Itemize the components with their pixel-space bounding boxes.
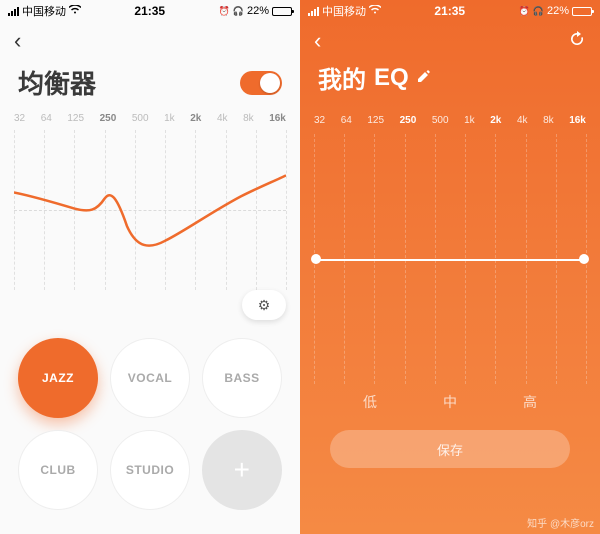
range-labels: 低中高: [300, 384, 600, 420]
preset-jazz[interactable]: JAZZ: [18, 338, 98, 418]
eq-editor[interactable]: [314, 134, 586, 384]
save-button[interactable]: 保存: [330, 430, 570, 468]
alarm-icon: ⏰: [519, 6, 530, 17]
carrier-label: 中国移动: [322, 3, 366, 19]
screen-equalizer-presets: 中国移动 21:35 ⏰ 🎧 22% ‹ 均衡器 32 64 125 250 500 1k…: [0, 0, 300, 534]
back-button[interactable]: ‹: [14, 28, 21, 54]
status-bar: 中国移动 21:35 ⏰ 🎧 22%: [300, 0, 600, 20]
signal-icon: [8, 7, 19, 16]
signal-icon: [308, 7, 319, 16]
eq-line[interactable]: [314, 259, 586, 261]
freq-label: 4k: [217, 113, 228, 124]
freq-label: 8k: [243, 113, 254, 124]
frequency-labels: 32 64 125 250 500 1k 2k 4k 8k 16k: [300, 115, 600, 126]
freq-label: 32: [314, 115, 325, 126]
clock: 21:35: [434, 4, 465, 18]
range-label[interactable]: 中: [443, 392, 457, 412]
headphone-icon: 🎧: [233, 6, 244, 17]
freq-label: 8k: [543, 115, 554, 126]
eq-chart[interactable]: [14, 130, 286, 290]
range-label[interactable]: 高: [523, 392, 537, 412]
headphone-icon: 🎧: [533, 6, 544, 17]
reset-button[interactable]: [568, 30, 586, 53]
eq-curve-jazz: [14, 130, 286, 291]
watermark: 知乎 @木彦orz: [527, 515, 594, 530]
page-title: 均衡器: [18, 64, 96, 101]
freq-label: 125: [367, 115, 384, 126]
freq-label: 2k: [190, 113, 201, 124]
preset-vocal[interactable]: VOCAL: [110, 338, 190, 418]
add-preset-button[interactable]: +: [202, 430, 282, 510]
settings-button[interactable]: ⚙: [242, 290, 286, 320]
freq-label: 64: [41, 113, 52, 124]
freq-label: 2k: [490, 115, 501, 126]
freq-label: 16k: [269, 113, 286, 124]
range-label[interactable]: 低: [363, 392, 377, 412]
preset-club[interactable]: CLUB: [18, 430, 98, 510]
battery-icon: [272, 7, 292, 16]
freq-label: 4k: [517, 115, 528, 126]
freq-label: 1k: [464, 115, 475, 126]
edit-title-button[interactable]: [417, 69, 431, 87]
clock: 21:35: [134, 4, 165, 18]
wifi-icon: [69, 5, 81, 17]
freq-label: 1k: [164, 113, 175, 124]
alarm-icon: ⏰: [219, 6, 230, 17]
screen-custom-eq: 中国移动 21:35 ⏰ 🎧 22% ‹ 我的 EQ: [300, 0, 600, 534]
freq-label: 16k: [569, 115, 586, 126]
freq-label: 32: [14, 113, 25, 124]
freq-label: 64: [341, 115, 352, 126]
preset-studio[interactable]: STUDIO: [110, 430, 190, 510]
status-bar: 中国移动 21:35 ⏰ 🎧 22%: [0, 0, 300, 20]
freq-label: 500: [432, 115, 449, 126]
preset-bass[interactable]: BASS: [202, 338, 282, 418]
battery-pct: 22%: [247, 5, 269, 17]
wifi-icon: [369, 5, 381, 17]
freq-label: 125: [67, 113, 84, 124]
battery-icon: [572, 7, 592, 16]
eq-handle-left[interactable]: [311, 254, 321, 264]
freq-label: 250: [400, 115, 417, 126]
gear-icon: ⚙: [258, 297, 271, 314]
battery-pct: 22%: [547, 5, 569, 17]
freq-label: 250: [100, 113, 117, 124]
frequency-labels: 32 64 125 250 500 1k 2k 4k 8k 16k: [0, 113, 300, 124]
carrier-label: 中国移动: [22, 3, 66, 19]
freq-label: 500: [132, 113, 149, 124]
eq-handle-right[interactable]: [579, 254, 589, 264]
back-button[interactable]: ‹: [314, 28, 321, 54]
page-title: 我的 EQ: [318, 60, 431, 103]
eq-toggle[interactable]: [240, 71, 282, 95]
preset-grid: JAZZVOCALBASS CLUBSTUDIO+: [0, 324, 300, 524]
